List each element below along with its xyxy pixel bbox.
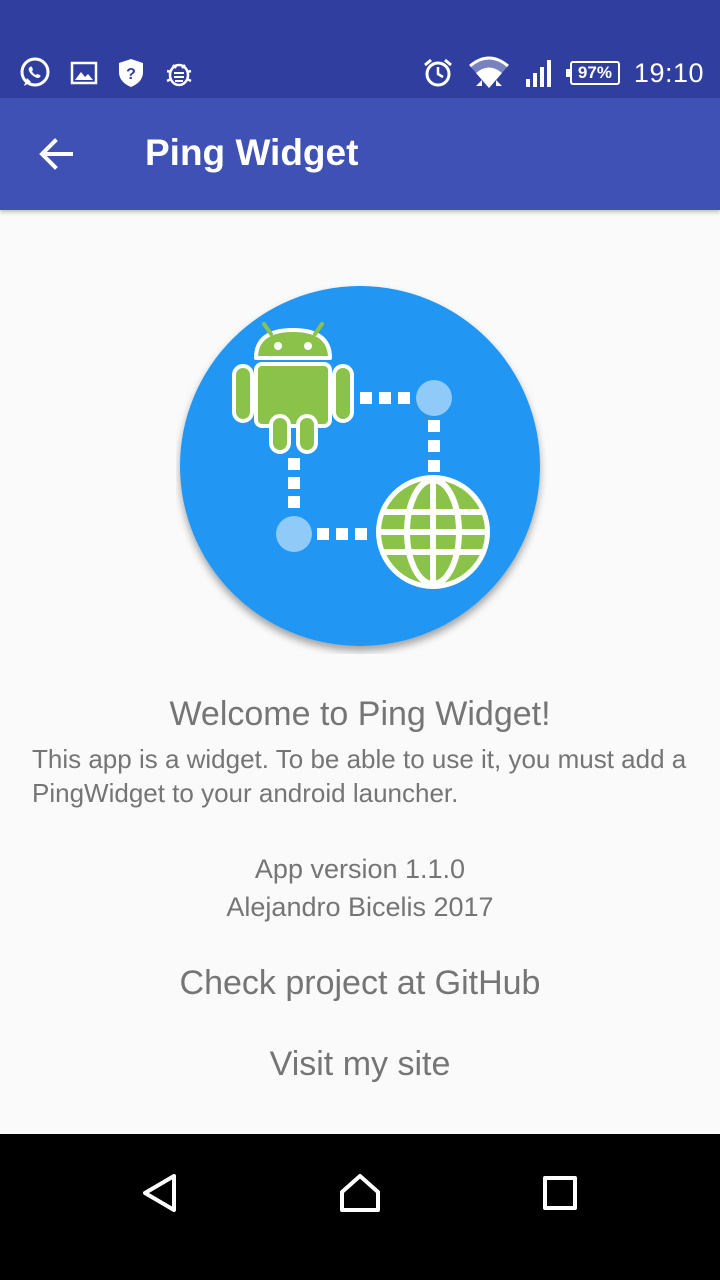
shield-icon: ?: [116, 57, 146, 89]
battery-indicator: 97%: [565, 61, 620, 85]
bug-icon: [163, 57, 195, 89]
page-title: Ping Widget: [145, 132, 359, 173]
app-version: App version 1.1.0: [254, 854, 466, 884]
back-triangle-icon: [143, 1174, 176, 1212]
app-bar: Ping Widget: [0, 98, 720, 210]
battery-level: 97%: [565, 61, 620, 85]
nav-back-button[interactable]: [120, 1160, 200, 1226]
gallery-icon: [69, 58, 99, 88]
back-button[interactable]: [26, 126, 86, 182]
status-bar: ? 97% 19:10: [0, 0, 720, 98]
home-icon: [340, 1174, 380, 1212]
arrow-back-icon: [39, 138, 73, 170]
recents-icon: [543, 1176, 577, 1210]
system-icons: 97% 19:10: [408, 56, 704, 90]
nav-recents-button[interactable]: [520, 1160, 600, 1226]
signal-icon: [524, 57, 556, 89]
author-credit: Alejandro Bicelis 2017: [226, 892, 494, 922]
nav-home-button[interactable]: [320, 1160, 400, 1226]
github-link-button[interactable]: Check project at GitHub: [0, 964, 720, 1003]
ping-widget-logo-icon: [176, 284, 546, 654]
wifi-icon: [468, 56, 510, 90]
clock: 19:10: [633, 57, 704, 88]
svg-text:?: ?: [126, 66, 136, 83]
site-link-button[interactable]: Visit my site: [0, 1045, 720, 1084]
whatsapp-icon: [18, 56, 52, 90]
navigation-bar: [0, 1134, 720, 1280]
welcome-heading: Welcome to Ping Widget!: [169, 695, 551, 733]
notification-icons: ?: [18, 56, 212, 90]
description-text: This app is a widget. To be able to use …: [32, 744, 687, 808]
alarm-icon: [422, 57, 454, 89]
